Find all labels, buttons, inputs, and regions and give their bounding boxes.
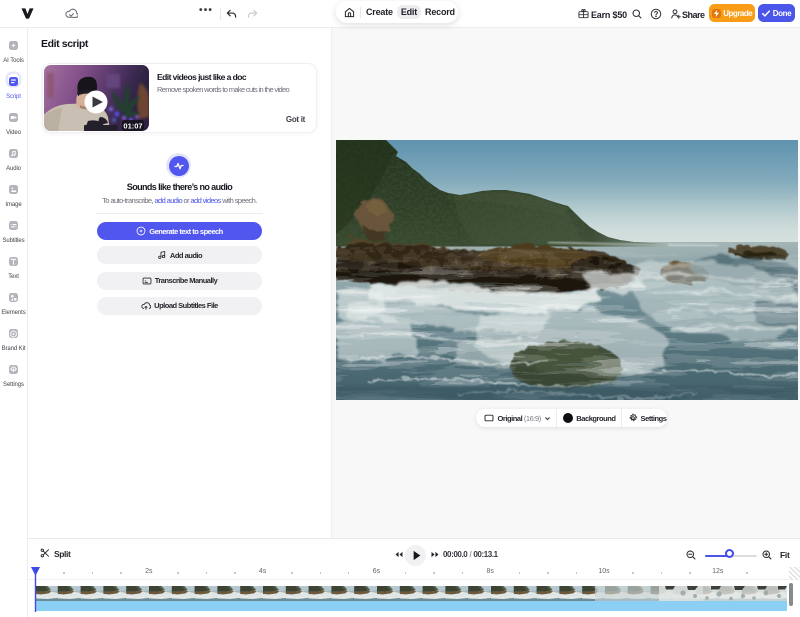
svg-text:01:07: 01:07	[123, 122, 142, 131]
